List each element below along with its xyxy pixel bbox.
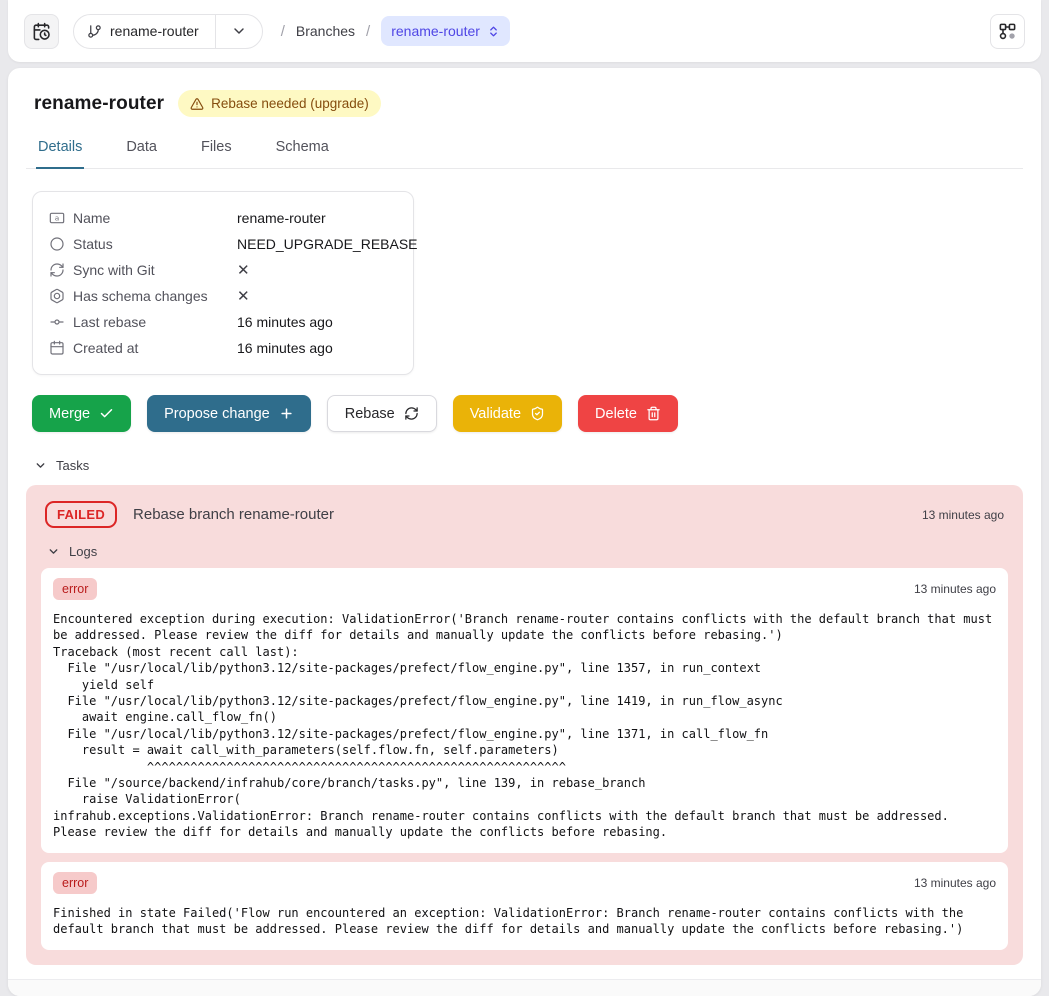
calendar-clock-icon <box>32 22 51 41</box>
detail-label: Has schema changes <box>73 288 237 304</box>
propose-change-button[interactable]: Propose change <box>147 395 311 432</box>
detail-row-sync-with-git: Sync with Git ✕ <box>49 257 397 283</box>
detail-row-has-schema-changes: Has schema changes ✕ <box>49 283 397 309</box>
log-entry: error 13 minutes ago Encountered excepti… <box>41 568 1008 853</box>
detail-value: NEED_UPGRADE_REBASE <box>237 236 418 252</box>
page-header: rename-router Rebase needed (upgrade) <box>26 90 1023 117</box>
detail-label: Status <box>73 236 237 252</box>
detail-row-name: a Name rename-router <box>49 205 397 231</box>
merge-label: Merge <box>49 406 90 422</box>
tasks-list-footer <box>8 979 1041 996</box>
git-branch-icon <box>87 24 102 39</box>
tab-data[interactable]: Data <box>124 139 159 168</box>
breadcrumb-current-label: rename-router <box>391 23 480 39</box>
chevron-down-icon <box>34 459 47 472</box>
apps-menu-button[interactable] <box>990 14 1025 49</box>
rebase-label: Rebase <box>345 406 395 422</box>
breadcrumb-separator: / <box>366 23 370 40</box>
workflow-icon <box>998 22 1017 41</box>
task-status-badge: FAILED <box>45 501 117 528</box>
detail-label: Name <box>73 210 237 226</box>
detail-label: Created at <box>73 340 237 356</box>
calendar-icon <box>49 340 73 356</box>
refresh-icon <box>404 406 419 421</box>
rebase-needed-label: Rebase needed (upgrade) <box>211 96 369 111</box>
detail-value-x: ✕ <box>237 261 397 279</box>
breadcrumb-separator: / <box>281 23 285 40</box>
log-level-badge: error <box>53 872 97 894</box>
shield-check-icon <box>530 406 545 421</box>
svg-text:a: a <box>55 214 60 223</box>
task-timestamp: 13 minutes ago <box>922 508 1004 522</box>
detail-label: Last rebase <box>73 314 237 330</box>
tab-schema[interactable]: Schema <box>274 139 331 168</box>
log-message: Encountered exception during execution: … <box>53 611 996 841</box>
detail-value: 16 minutes ago <box>237 340 397 356</box>
detail-row-last-rebase: Last rebase 16 minutes ago <box>49 309 397 335</box>
logs-section-toggle[interactable]: Logs <box>47 544 1008 559</box>
rebase-needed-badge: Rebase needed (upgrade) <box>178 90 381 117</box>
git-commit-icon <box>49 314 73 330</box>
detail-label: Sync with Git <box>73 262 237 278</box>
tab-details[interactable]: Details <box>36 139 84 169</box>
status-icon <box>49 236 73 252</box>
plus-icon <box>279 406 294 421</box>
tab-bar: Details Data Files Schema <box>26 139 1023 169</box>
branch-detail-panel: rename-router Rebase needed (upgrade) De… <box>8 68 1041 996</box>
detail-row-status: Status NEED_UPGRADE_REBASE <box>49 231 397 257</box>
log-timestamp: 13 minutes ago <box>914 582 996 596</box>
log-entry-header: error 13 minutes ago <box>53 578 996 600</box>
detail-value-x: ✕ <box>237 287 397 305</box>
breadcrumb-branches[interactable]: Branches <box>296 23 355 39</box>
delete-label: Delete <box>595 406 637 422</box>
name-icon: a <box>49 210 73 226</box>
page-title: rename-router <box>34 93 164 115</box>
log-message: Finished in state Failed('Flow run encou… <box>53 905 996 938</box>
branch-selector: rename-router <box>73 14 263 49</box>
time-travel-button[interactable] <box>24 14 59 49</box>
breadcrumb-current-branch[interactable]: rename-router <box>381 16 510 46</box>
log-level-badge: error <box>53 578 97 600</box>
rebase-button[interactable]: Rebase <box>327 395 437 432</box>
log-entry: error 13 minutes ago Finished in state F… <box>41 862 1008 950</box>
validate-label: Validate <box>470 406 521 422</box>
branch-dropdown-toggle[interactable] <box>216 15 262 48</box>
detail-value: rename-router <box>237 210 397 226</box>
task-header[interactable]: FAILED Rebase branch rename-router 13 mi… <box>41 499 1008 528</box>
validate-button[interactable]: Validate <box>453 395 562 432</box>
sync-icon <box>49 262 73 278</box>
logs-section-label: Logs <box>69 544 97 559</box>
branch-actions: Merge Propose change Rebase <box>26 395 1023 432</box>
merge-button[interactable]: Merge <box>32 395 131 432</box>
task-title: Rebase branch rename-router <box>133 506 334 523</box>
propose-change-label: Propose change <box>164 406 270 422</box>
check-icon <box>99 406 114 421</box>
log-entry-header: error 13 minutes ago <box>53 872 996 894</box>
tasks-section-label: Tasks <box>56 458 89 473</box>
delete-button[interactable]: Delete <box>578 395 678 432</box>
schema-box-icon <box>49 288 73 304</box>
branch-details-card: a Name rename-router Status NEED_UPGRADE… <box>32 191 414 375</box>
breadcrumb: / Branches / rename-router <box>281 16 510 46</box>
detail-row-created-at: Created at 16 minutes ago <box>49 335 397 361</box>
tasks-section-toggle[interactable]: Tasks <box>34 458 1023 473</box>
log-timestamp: 13 minutes ago <box>914 876 996 890</box>
branch-name: rename-router <box>110 23 199 39</box>
top-toolbar: rename-router / Branches / rename-router <box>8 0 1041 62</box>
warning-triangle-icon <box>190 97 204 111</box>
chevrons-up-down-icon <box>487 25 500 38</box>
trash-icon <box>646 406 661 421</box>
chevron-down-icon <box>231 23 247 39</box>
tab-files[interactable]: Files <box>199 139 234 168</box>
branch-selector-value[interactable]: rename-router <box>74 23 215 39</box>
detail-value: 16 minutes ago <box>237 314 397 330</box>
failed-task-card: FAILED Rebase branch rename-router 13 mi… <box>26 485 1023 965</box>
chevron-down-icon <box>47 545 60 558</box>
